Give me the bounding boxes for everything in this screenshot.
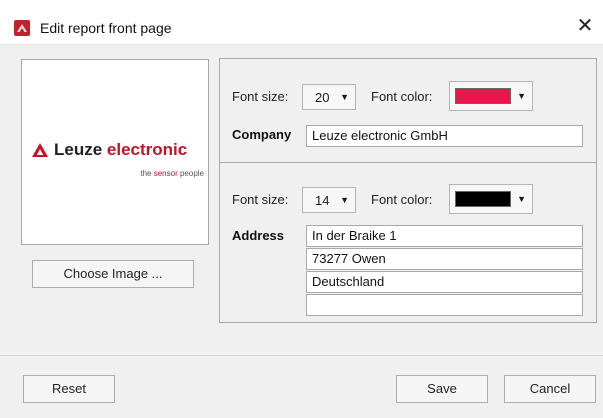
company-color-swatch <box>455 88 511 104</box>
address-line-2-input[interactable]: 73277 Owen <box>306 248 583 270</box>
tagline-post: people <box>179 169 204 178</box>
address-font-size-dropdown[interactable]: 14 ▼ <box>302 187 356 213</box>
company-input[interactable]: Leuze electronic GmbH <box>306 125 583 147</box>
close-icon: ✕ <box>576 15 594 37</box>
address-font-color-picker[interactable]: ▼ <box>449 184 533 214</box>
address-color-swatch <box>455 191 511 207</box>
tagline-highlight: sensor <box>153 169 178 178</box>
logo-brand-text: Leuze <box>54 140 103 159</box>
front-page-settings-panel: Font size: 20 ▼ Font color: ▼ Company Le… <box>219 58 597 323</box>
close-button[interactable]: ✕ <box>567 12 603 40</box>
address-font-size-value: 14 <box>315 193 330 208</box>
chevron-down-icon: ▼ <box>517 91 526 101</box>
logo-tagline: the sensor people <box>140 169 204 178</box>
chevron-down-icon: ▼ <box>340 92 349 102</box>
dialog-content: Leuze electronic the sensor people Choos… <box>0 44 603 418</box>
company-font-size-value: 20 <box>315 90 330 105</box>
save-button[interactable]: Save <box>396 375 488 403</box>
title-bar: Edit report front page ✕ <box>0 0 603 44</box>
company-font-size-label: Font size: <box>232 89 289 104</box>
address-label: Address <box>232 228 285 243</box>
address-font-size-label: Font size: <box>232 192 289 207</box>
logo-accent-text: electronic <box>106 140 188 159</box>
company-label: Company <box>232 127 292 142</box>
report-app-icon <box>14 20 30 36</box>
tagline-pre: the <box>140 169 152 178</box>
section-divider <box>220 162 596 163</box>
reset-button[interactable]: Reset <box>23 375 115 403</box>
company-font-size-dropdown[interactable]: 20 ▼ <box>302 84 356 110</box>
address-line-4-input[interactable] <box>306 294 583 316</box>
company-logo: Leuze electronic <box>32 140 187 160</box>
choose-image-button[interactable]: Choose Image ... <box>32 260 194 288</box>
logo-triangle-icon <box>32 143 48 157</box>
address-line-3-input[interactable]: Deutschland <box>306 271 583 293</box>
company-font-color-label: Font color: <box>371 89 433 104</box>
chevron-down-icon: ▼ <box>340 195 349 205</box>
footer-divider <box>0 355 603 356</box>
address-font-color-label: Font color: <box>371 192 433 207</box>
window-title: Edit report front page <box>40 20 172 36</box>
image-preview: Leuze electronic the sensor people <box>21 59 209 245</box>
cancel-button[interactable]: Cancel <box>504 375 596 403</box>
address-line-1-input[interactable]: In der Braike 1 <box>306 225 583 247</box>
company-font-color-picker[interactable]: ▼ <box>449 81 533 111</box>
chevron-down-icon: ▼ <box>517 194 526 204</box>
